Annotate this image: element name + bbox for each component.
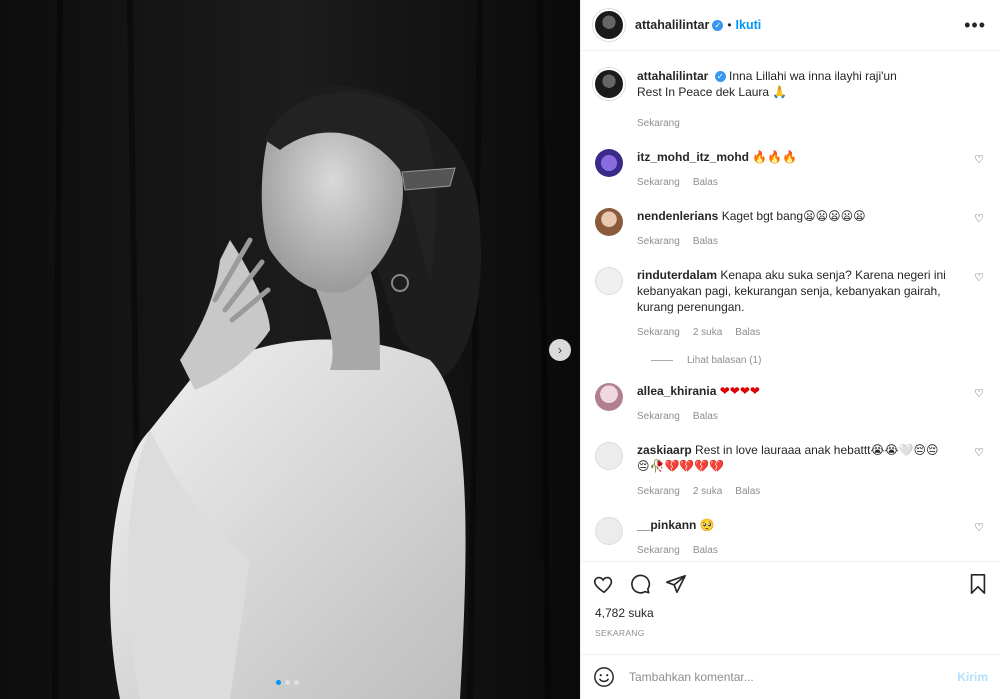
comment-likes[interactable]: 2 suka (693, 484, 722, 500)
comment-like-heart-icon[interactable]: ♡ (974, 387, 984, 400)
photo-image (0, 0, 580, 699)
comment-text: 🥺 (699, 518, 715, 532)
action-icons (581, 562, 1000, 606)
likes-count[interactable]: 4,782 suka (581, 606, 1000, 620)
share-send-icon[interactable] (665, 573, 687, 595)
caption-avatar[interactable] (593, 68, 625, 100)
comment-item: allea_khirania ❤❤❤❤ Sekarang Balas ♡ (593, 383, 984, 425)
post-photo[interactable]: › (0, 0, 580, 699)
comments-list[interactable]: attahalilintar ✓ Inna Lillahi wa inna il… (581, 52, 1000, 560)
commenter-avatar[interactable] (595, 208, 623, 236)
caption-text-line2: Rest In Peace dek Laura 🙏 (637, 85, 788, 99)
comment-text: Kaget bgt bang😦😦😦😦😦 (721, 209, 866, 223)
comment-time: Sekarang (637, 486, 680, 497)
comment-like-heart-icon[interactable]: ♡ (974, 271, 984, 284)
view-replies-button[interactable]: Lihat balasan (1) (651, 355, 984, 366)
comment-reply-button[interactable]: Balas (693, 175, 718, 191)
comment-time: Sekarang (637, 327, 680, 338)
comment-item: zaskiaarp Rest in love lauraaa anak heba… (593, 442, 984, 500)
comment-time: Sekarang (637, 545, 680, 556)
follow-button[interactable]: Ikuti (736, 18, 762, 32)
comment-reply-button[interactable]: Balas (693, 409, 718, 425)
comment-time: Sekarang (637, 236, 680, 247)
comment-like-heart-icon[interactable]: ♡ (974, 212, 984, 225)
carousel-dot (276, 680, 281, 685)
caption-time: Sekarang (637, 118, 680, 129)
comment-username[interactable]: nendenlerians (637, 209, 718, 223)
commenter-avatar[interactable] (595, 442, 623, 470)
comment-item: nendenlerians Kaget bgt bang😦😦😦😦😦 Sekara… (593, 208, 984, 250)
commenter-avatar[interactable] (595, 267, 623, 295)
caption-text-line1: Inna Lillahi wa inna ilayhi raji'un (729, 69, 897, 83)
emoji-smiley-icon[interactable] (593, 666, 615, 688)
comment-likes[interactable]: 2 suka (693, 325, 722, 341)
post-time: SEKARANG (595, 628, 645, 638)
comment-reply-button[interactable]: Balas (693, 543, 718, 559)
like-heart-icon[interactable] (593, 573, 615, 595)
more-options-icon[interactable]: ••• (964, 15, 986, 36)
comment-bubble-icon[interactable] (629, 573, 651, 595)
carousel-next-button[interactable]: › (549, 339, 571, 361)
add-comment-bar: Kirim (581, 654, 1000, 699)
post-side-panel: attahalilintar ✓ • Ikuti ••• attahalilin… (580, 0, 1000, 699)
author-avatar[interactable] (593, 9, 625, 41)
carousel-dot (294, 680, 299, 685)
comment-item: rinduterdalam Kenapa aku suka senja? Kar… (593, 267, 984, 341)
replies-divider (651, 360, 673, 361)
comment-username[interactable]: zaskiaarp (637, 443, 692, 457)
comment-item: itz_mohd_itz_mohd 🔥🔥🔥 Sekarang Balas ♡ (593, 149, 984, 191)
comment-username[interactable]: itz_mohd_itz_mohd (637, 150, 749, 164)
comment-like-heart-icon[interactable]: ♡ (974, 446, 984, 459)
post-comment-button[interactable]: Kirim (957, 670, 988, 684)
carousel-dots (276, 680, 299, 685)
comment-text: ❤❤❤❤ (719, 384, 760, 398)
commenter-avatar[interactable] (595, 517, 623, 545)
comment-reply-button[interactable]: Balas (735, 484, 760, 500)
comment-time: Sekarang (637, 177, 680, 188)
post-header: attahalilintar ✓ • Ikuti ••• (581, 0, 1000, 51)
caption-username[interactable]: attahalilintar (637, 69, 708, 83)
comment-like-heart-icon[interactable]: ♡ (974, 521, 984, 534)
comment-like-heart-icon[interactable]: ♡ (974, 153, 984, 166)
comment-username[interactable]: allea_khirania (637, 384, 716, 398)
comment-reply-button[interactable]: Balas (693, 234, 718, 250)
commenter-avatar[interactable] (595, 149, 623, 177)
bookmark-save-icon[interactable] (968, 573, 988, 595)
comment-input[interactable] (629, 670, 958, 684)
verified-badge-icon: ✓ (714, 71, 726, 83)
view-replies-label: Lihat balasan (1) (687, 355, 762, 366)
comment-reply-button[interactable]: Balas (735, 325, 760, 341)
comment-username[interactable]: rinduterdalam (637, 268, 717, 282)
comment-item: __pinkann 🥺 Sekarang Balas ♡ (593, 517, 984, 559)
author-username[interactable]: attahalilintar (635, 18, 709, 32)
verified-badge-icon: ✓ (712, 19, 724, 31)
header-separator: • (727, 18, 732, 32)
comment-username[interactable]: __pinkann (637, 518, 696, 532)
post-actions: 4,782 suka SEKARANG Kirim (581, 561, 1000, 699)
commenter-avatar[interactable] (595, 383, 623, 411)
comment-text: 🔥🔥🔥 (752, 150, 798, 164)
carousel-dot (285, 680, 290, 685)
comment-time: Sekarang (637, 411, 680, 422)
post-caption: attahalilintar ✓ Inna Lillahi wa inna il… (593, 52, 984, 132)
